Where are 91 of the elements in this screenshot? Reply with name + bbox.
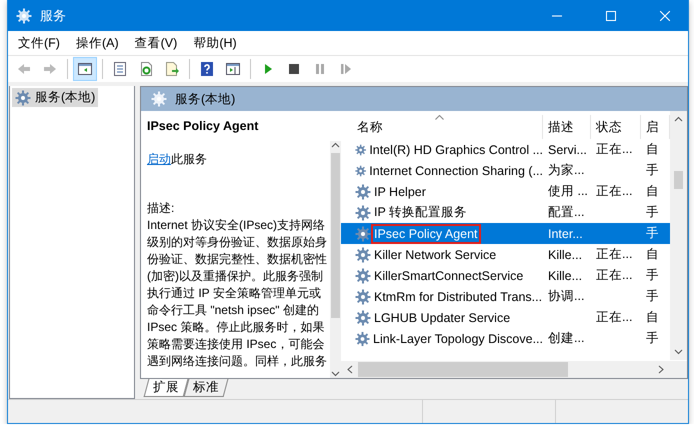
action-text: 启动此服务 <box>147 151 208 168</box>
gear-icon <box>151 91 167 107</box>
status-cell-text: 正在... <box>595 246 634 263</box>
view-tab[interactable]: 扩展 <box>144 379 188 397</box>
gear-icon <box>355 226 371 242</box>
service-name-cell: Intel(R) HD Graphics Control ... <box>369 142 543 156</box>
console-tree-icon <box>77 61 93 77</box>
service-name-cell: LGHUB Updater Service <box>374 310 510 324</box>
description-cell-text: 为家... <box>547 162 586 179</box>
startup-cell-text: 手 <box>645 162 660 179</box>
gear-icon <box>355 162 366 178</box>
service-name-cell: KtmRm for Distributed Trans... <box>374 290 542 304</box>
action-pane-icon <box>225 61 241 77</box>
gear-icon <box>355 268 371 284</box>
service-row[interactable]: Link-Layer Topology Discove... 创建... 手 <box>341 328 670 349</box>
stop-icon <box>286 61 302 77</box>
gear-icon <box>355 204 371 220</box>
startup-cell-text: 自 <box>645 141 660 158</box>
gear-icon <box>355 246 371 262</box>
service-row[interactable]: KillerSmartConnectService Kille... 正在... 手 <box>341 265 670 286</box>
toolbar-console-tree-button[interactable] <box>73 57 97 81</box>
horizontal-scrollbar[interactable] <box>341 361 687 378</box>
service-row[interactable]: Killer Network Service Kille... 正在... 自 <box>341 244 670 265</box>
startup-cell-text: 手 <box>645 330 660 347</box>
column-header[interactable]: 状态 <box>591 115 641 139</box>
properties-icon <box>112 61 128 77</box>
startup-cell-text: 手 <box>645 267 660 284</box>
scrollbar[interactable] <box>670 111 687 360</box>
service-name: IPsec Policy Agent <box>147 119 260 133</box>
service-name-cell: IP 转换配置服务 <box>374 204 468 221</box>
view-tab[interactable]: 标准 <box>184 379 228 397</box>
service-name-cell: Internet Connection Sharing (... <box>369 164 543 178</box>
help-icon <box>199 61 215 77</box>
service-name-cell: Killer Network Service <box>374 248 496 262</box>
scroll-thumb[interactable] <box>331 153 340 318</box>
description-cell-text: Kille... <box>547 248 584 262</box>
description-cell-text: 协调... <box>547 288 586 305</box>
startup-cell-text: 手 <box>645 288 660 305</box>
service-name-cell: KillerSmartConnectService <box>374 268 524 282</box>
description-cell-text: 创建... <box>547 330 586 347</box>
description-cell-text: Servi... <box>547 142 588 156</box>
startup-cell-text: 自 <box>645 309 660 326</box>
gear-icon <box>355 184 371 200</box>
status-cell-text: 正在... <box>595 141 634 158</box>
service-name-cell: IPsec Policy Agent <box>374 226 478 240</box>
menu-item[interactable]: 查看(V) <box>126 34 186 52</box>
menu-item[interactable]: 帮助(H) <box>185 34 245 52</box>
start-link[interactable]: 启动 <box>147 152 171 166</box>
service-row[interactable]: KtmRm for Distributed Trans... 协调... 手 <box>341 286 670 307</box>
tree-item[interactable]: 服务(本地) <box>12 88 98 107</box>
gear-icon <box>355 288 371 304</box>
service-name-cell: Link-Layer Topology Discove... <box>373 332 543 346</box>
description-label: 描述: <box>147 200 176 217</box>
description-cell-text: Kille... <box>547 268 584 282</box>
startup-cell-text: 自 <box>645 183 660 200</box>
startup-cell-text: 手 <box>645 225 660 242</box>
description-cell-text: Inter... <box>547 226 584 240</box>
service-row[interactable]: IP 转换配置服务 配置... 手 <box>341 202 670 223</box>
menu-item[interactable]: 文件(F) <box>10 34 68 52</box>
scroll-thumb[interactable] <box>674 171 683 189</box>
maximize-icon <box>606 10 616 20</box>
gear-icon <box>355 310 371 326</box>
menu-item[interactable]: 操作(A) <box>68 34 127 52</box>
status-cell-text: 正在... <box>595 267 634 284</box>
service-row[interactable]: Intel(R) HD Graphics Control ... Servi... 正在... 自 <box>341 139 670 160</box>
forward-arrow-icon <box>42 61 58 77</box>
back-arrow-icon <box>16 61 32 77</box>
column-header[interactable]: 名称 <box>341 115 543 139</box>
service-row[interactable]: Internet Connection Sharing (... 为家... 手 <box>341 160 670 181</box>
export-list-icon <box>164 61 180 77</box>
service-name-cell: IP Helper <box>374 184 426 198</box>
description-text: Internet 协议安全(IPsec)支持网络级别的对等身份验证、数据原始身份验证、数据完整性、数据机密性(加密)以及重播保护。此服务强制执行通过 IP 安全策略管理单元或命令行工具 "netsh ipsec" 创建的 IPsec 策略。停止此服务时，如果策略需要连接使用 IPsec，可能会遇到网络连接问题。同样，此服务 <box>147 217 327 370</box>
startup-cell-text: 自 <box>645 246 660 263</box>
scrollbar[interactable] <box>330 141 341 378</box>
service-row[interactable]: LGHUB Updater Service 正在... 自 <box>341 307 670 328</box>
panel-title: 服务(本地) <box>175 90 236 108</box>
description-cell-text: 使用 ... <box>547 183 589 200</box>
gear-icon <box>355 330 370 346</box>
service-row[interactable]: IPsec Policy Agent Inter... 手 <box>341 223 670 244</box>
status-cell-text: 正在... <box>595 183 634 200</box>
refresh-icon <box>138 61 154 77</box>
gear-icon <box>15 90 31 106</box>
column-header[interactable]: 描述 <box>543 115 591 139</box>
service-row[interactable]: IP Helper 使用 ... 正在... 自 <box>341 181 670 202</box>
close-icon <box>660 10 670 20</box>
description-cell-text: 配置... <box>547 204 586 221</box>
status-cell-text: 正在... <box>595 309 634 326</box>
window-title: 服务 <box>40 6 67 24</box>
app-gear-icon <box>16 8 32 24</box>
gear-icon <box>355 142 366 158</box>
startup-cell-text: 手 <box>645 204 660 221</box>
